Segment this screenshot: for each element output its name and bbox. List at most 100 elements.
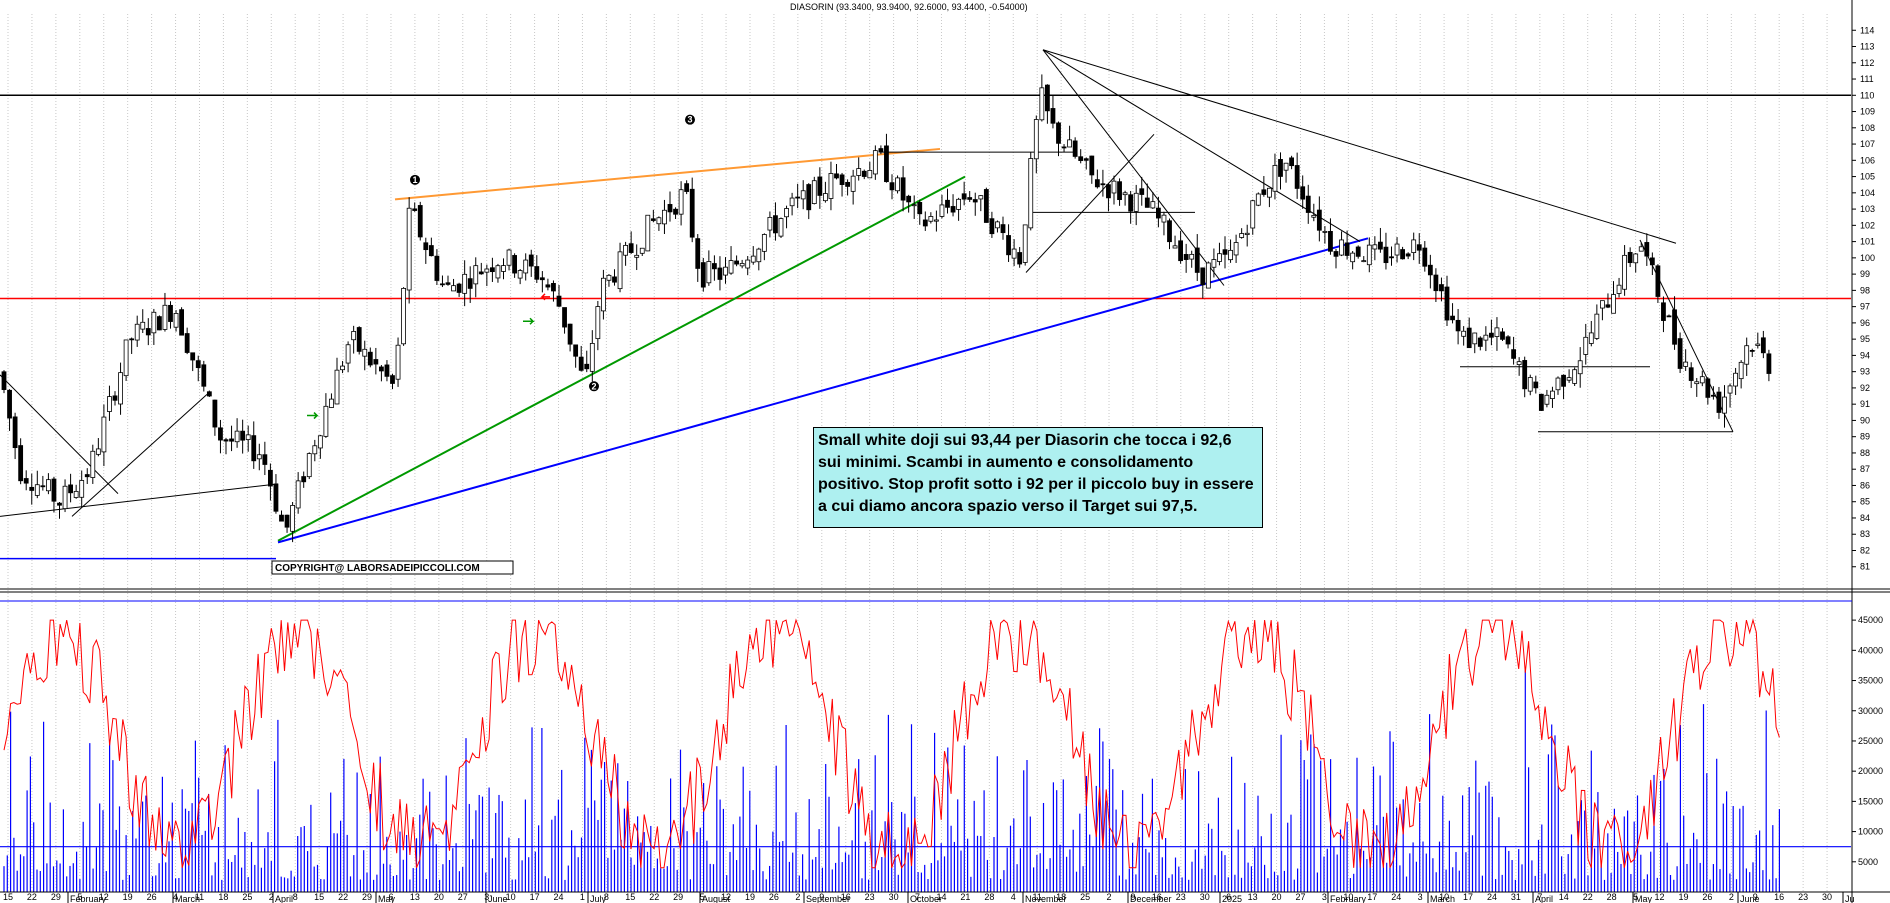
candle-body xyxy=(312,445,318,455)
candle-body xyxy=(995,221,1000,229)
candle-body xyxy=(79,480,85,498)
candle-body xyxy=(961,193,967,200)
candle-body xyxy=(29,486,35,491)
candle-body xyxy=(689,188,695,238)
candle-body xyxy=(290,505,296,532)
candle-body xyxy=(323,405,329,437)
candle-body xyxy=(1183,254,1189,260)
candle-body xyxy=(1372,244,1378,250)
day-tick-label: 4 xyxy=(1011,892,1016,902)
candle-body xyxy=(179,309,185,336)
candle-body xyxy=(1411,239,1417,253)
candle-body xyxy=(1644,242,1650,257)
month-tick-label: May xyxy=(378,894,396,903)
candle-body xyxy=(1550,390,1555,399)
day-tick-label: 2 xyxy=(795,892,800,902)
candle-body xyxy=(1527,377,1533,392)
day-tick-label: 24 xyxy=(1391,892,1401,902)
candle-body xyxy=(201,364,207,387)
candle-body xyxy=(1649,257,1655,266)
price-tick-label: 82 xyxy=(1860,545,1870,555)
candle-body xyxy=(739,263,745,267)
candle-body xyxy=(828,173,834,199)
candle-body xyxy=(23,478,29,484)
candle-body xyxy=(1394,243,1400,256)
month-tick-label: April xyxy=(275,894,293,903)
candle-body xyxy=(112,395,118,401)
candle-body xyxy=(1711,394,1716,397)
price-tick-label: 101 xyxy=(1860,237,1875,247)
candle-body xyxy=(118,372,123,405)
candle-body xyxy=(728,260,734,274)
candle-body xyxy=(1561,374,1566,387)
candle-body xyxy=(495,265,501,279)
candle-body xyxy=(151,311,157,334)
candle-body xyxy=(872,150,878,175)
month-tick-label: February xyxy=(1330,894,1367,903)
candle-body xyxy=(856,168,862,176)
candle-body xyxy=(1633,253,1639,264)
candle-body xyxy=(884,145,889,183)
candle-body xyxy=(978,195,984,200)
candle-body xyxy=(62,485,68,510)
candle-body xyxy=(351,331,357,341)
day-tick-label: 25 xyxy=(242,892,252,902)
volume-tick-label: 20000 xyxy=(1858,766,1883,776)
candle-body xyxy=(989,218,995,235)
candle-body xyxy=(706,261,712,284)
candle-body xyxy=(906,195,912,203)
candle-body xyxy=(1572,369,1578,384)
month-tick-label: April xyxy=(1535,894,1553,903)
marker-label: 3 xyxy=(687,115,692,125)
candle-body xyxy=(501,265,506,272)
price-tick-label: 89 xyxy=(1860,432,1870,442)
candle-body xyxy=(1222,249,1228,255)
volume-tick-label: 10000 xyxy=(1858,827,1883,837)
candle-body xyxy=(1328,230,1333,252)
candle-body xyxy=(240,430,246,441)
candle-body xyxy=(334,369,340,405)
candle-body xyxy=(1433,274,1439,292)
candle-body xyxy=(845,181,850,187)
candle-body xyxy=(434,255,440,281)
candle-body xyxy=(1300,186,1306,200)
candle-body xyxy=(928,216,934,222)
candle-body xyxy=(839,174,845,185)
candle-body xyxy=(811,180,817,204)
candle-body xyxy=(1722,396,1727,414)
candle-body xyxy=(423,242,429,251)
day-tick-label: 22 xyxy=(1583,892,1593,902)
day-tick-label: 27 xyxy=(1295,892,1305,902)
candle-body xyxy=(767,216,773,231)
candle-body xyxy=(800,190,806,200)
day-tick-label: 17 xyxy=(530,892,540,902)
price-tick-label: 110 xyxy=(1860,90,1874,100)
price-tick-label: 98 xyxy=(1860,285,1870,295)
volume-tick-label: 30000 xyxy=(1858,706,1883,716)
candle-body xyxy=(695,238,701,269)
price-tick-label: 88 xyxy=(1860,448,1870,458)
candle-body xyxy=(1000,224,1006,234)
candle-body xyxy=(756,248,762,263)
candle-body xyxy=(223,439,229,442)
month-tick-label: May xyxy=(1635,894,1653,903)
candle-body xyxy=(156,316,162,331)
candle-body xyxy=(107,396,112,412)
candle-body xyxy=(1100,183,1106,186)
day-tick-label: 20 xyxy=(1272,892,1282,902)
candle-body xyxy=(806,184,812,211)
candle-body xyxy=(1022,224,1028,263)
candle-body xyxy=(68,484,73,494)
candle-body xyxy=(634,254,640,258)
candle-body xyxy=(784,208,789,218)
candle-body xyxy=(1305,195,1311,213)
candle-body xyxy=(595,306,601,340)
candle-body xyxy=(145,328,151,336)
candle-body xyxy=(1250,200,1256,229)
candle-body xyxy=(895,177,900,192)
candle-body xyxy=(1489,332,1494,338)
day-tick-label: 3 xyxy=(1322,892,1327,902)
candle-body xyxy=(1638,246,1644,252)
candle-body xyxy=(395,344,401,380)
candle-body xyxy=(1211,259,1217,268)
